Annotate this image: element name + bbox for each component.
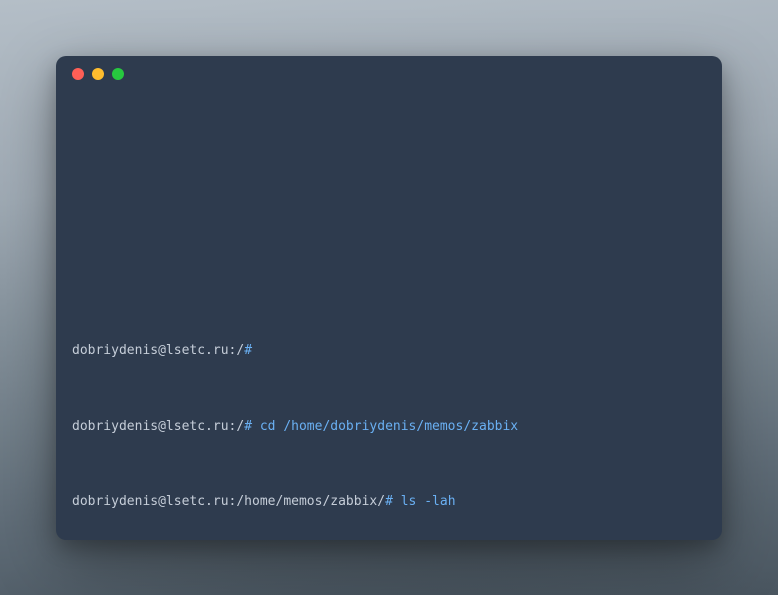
prompt-hash: #	[244, 343, 252, 358]
terminal-window: dobriydenis@lsetc.ru:/# dobriydenis@lset…	[56, 56, 722, 540]
terminal-line: dobriydenis@lsetc.ru:/home/memos/zabbix/…	[72, 493, 706, 512]
terminal-line: dobriydenis@lsetc.ru:/#	[72, 342, 706, 361]
command-text: cd /home/dobriydenis/memos/zabbix	[252, 419, 518, 434]
titlebar	[56, 56, 722, 92]
prompt-hash: #	[244, 419, 252, 434]
terminal-line: dobriydenis@lsetc.ru:/# cd /home/dobriyd…	[72, 418, 706, 437]
terminal-output[interactable]: dobriydenis@lsetc.ru:/# dobriydenis@lset…	[56, 92, 722, 540]
prompt: dobriydenis@lsetc.ru:/home/memos/zabbix/	[72, 494, 385, 509]
prompt-hash: #	[385, 494, 393, 509]
zoom-icon[interactable]	[112, 68, 124, 80]
spacer	[72, 138, 706, 286]
prompt: dobriydenis@lsetc.ru:/	[72, 419, 244, 434]
prompt: dobriydenis@lsetc.ru:/	[72, 343, 244, 358]
close-icon[interactable]	[72, 68, 84, 80]
minimize-icon[interactable]	[92, 68, 104, 80]
command-text: ls -lah	[393, 494, 456, 509]
